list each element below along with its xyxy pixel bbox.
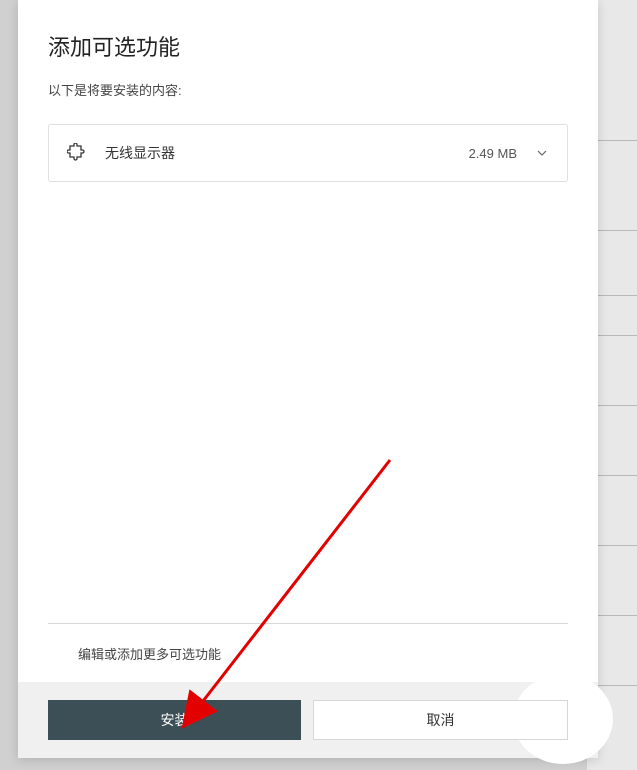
dialog-footer: 安装 取消 xyxy=(18,682,598,758)
feature-list: 无线显示器 2.49 MB xyxy=(18,109,598,623)
dialog-header: 添加可选功能 以下是将要安装的内容: xyxy=(18,0,598,109)
add-optional-features-dialog: 添加可选功能 以下是将要安装的内容: 无线显示器 2.49 MB 编辑或添加更多… xyxy=(18,0,598,758)
dialog-title: 添加可选功能 xyxy=(48,30,568,62)
chevron-down-icon xyxy=(535,146,549,160)
cancel-button[interactable]: 取消 xyxy=(313,700,568,740)
feature-name: 无线显示器 xyxy=(105,143,469,163)
edit-section: 编辑或添加更多可选功能 xyxy=(48,623,568,682)
edit-more-features-link[interactable]: 编辑或添加更多可选功能 xyxy=(78,647,221,662)
dialog-subtitle: 以下是将要安装的内容: xyxy=(48,80,568,99)
puzzle-icon xyxy=(67,143,87,163)
feature-item-wireless-display[interactable]: 无线显示器 2.49 MB xyxy=(48,124,568,182)
install-button[interactable]: 安装 xyxy=(48,700,301,740)
feature-size: 2.49 MB xyxy=(469,146,517,161)
